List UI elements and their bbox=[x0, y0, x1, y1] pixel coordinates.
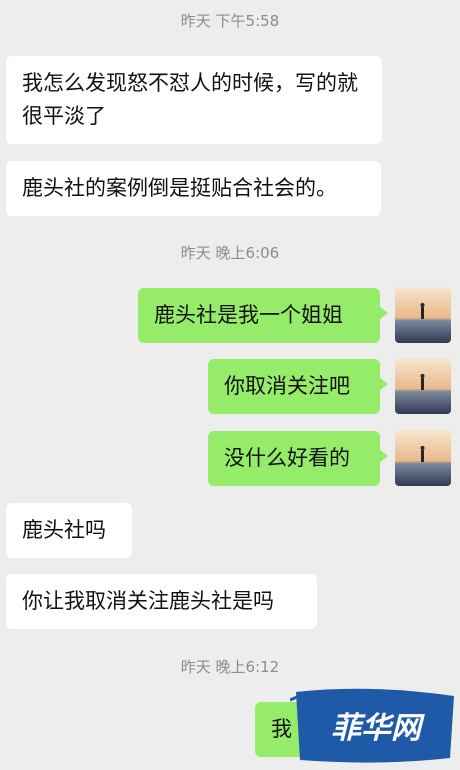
received-message[interactable]: 你让我取消关注鹿头社是吗 bbox=[6, 574, 317, 629]
feihua-logo-icon: 菲华网 bbox=[289, 688, 454, 763]
user-avatar[interactable] bbox=[395, 287, 451, 343]
timestamp: 昨天 晚上6:06 bbox=[180, 244, 280, 262]
received-message[interactable]: 鹿头社吗 bbox=[6, 503, 132, 558]
sent-message[interactable]: 鹿头社是我一个姐姐 bbox=[138, 288, 388, 343]
received-message[interactable]: 我怎么发现怒不怼人的时候，写的就很平淡了 bbox=[6, 56, 382, 144]
timestamp: 昨天 下午5:58 bbox=[180, 12, 280, 30]
watermark-logo: 菲华网 bbox=[289, 686, 460, 766]
avatar-image bbox=[395, 430, 451, 486]
sent-message[interactable]: 没什么好看的 bbox=[208, 431, 388, 486]
timestamp: 昨天 晚上6:12 bbox=[180, 658, 280, 676]
received-message[interactable]: 鹿头社的案例倒是挺贴合社会的。 bbox=[6, 161, 381, 216]
user-avatar[interactable] bbox=[395, 358, 451, 414]
svg-text:菲华网: 菲华网 bbox=[331, 711, 425, 746]
sent-message[interactable]: 你取消关注吧 bbox=[208, 359, 388, 414]
user-avatar[interactable] bbox=[395, 430, 451, 486]
avatar-image bbox=[395, 287, 451, 343]
avatar-image bbox=[395, 358, 451, 414]
